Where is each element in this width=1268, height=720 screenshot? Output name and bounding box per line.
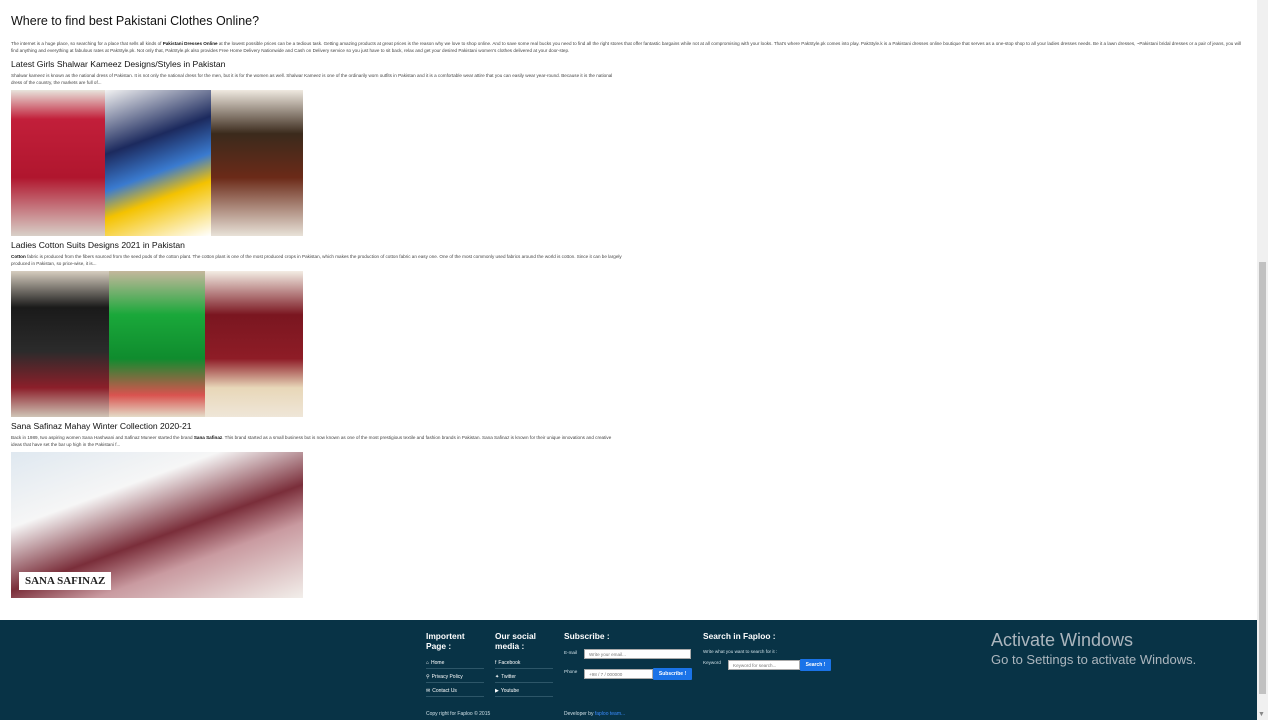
article-image[interactable] <box>11 271 303 417</box>
email-field[interactable]: Write your email... <box>584 649 691 659</box>
footer-link-twitter[interactable]: ✦ Twitter <box>495 671 553 683</box>
twitter-icon: ✦ <box>495 674 500 680</box>
footer-heading: Search in Faploo : <box>703 631 776 641</box>
article-excerpt: Shalwar kameez is known as the national … <box>11 73 613 85</box>
activate-windows-title: Activate Windows <box>991 630 1134 650</box>
article-excerpt: Back in 1989, two aspiring women Sana Ha… <box>11 435 612 447</box>
article-image[interactable]: SANA SAFINAZ <box>11 452 303 598</box>
footer-search: Search in Faploo : <box>703 631 776 641</box>
footer-link-privacy[interactable]: ⚲ Privacy Policy <box>426 671 484 683</box>
developer-link[interactable]: faploo team... <box>595 711 625 717</box>
link-icon: ⚲ <box>426 674 430 680</box>
footer-heading: Subscribe : <box>564 631 610 641</box>
search-input[interactable]: Keyword for search... <box>728 660 800 670</box>
intro-bold: Pakistani Dresses Online <box>162 41 218 46</box>
phone-label: Phone <box>564 669 578 674</box>
youtube-icon: ▶ <box>495 688 499 694</box>
footer-link-facebook[interactable]: f Facebook <box>495 657 553 669</box>
copyright-text: Copy right for Faploo © 2015 <box>426 711 491 717</box>
article-title[interactable]: Ladies Cotton Suits Designs 2021 in Paki… <box>11 240 631 251</box>
brand-logo-label: SANA SAFINAZ <box>19 572 112 590</box>
envelope-icon: ✉ <box>426 688 431 694</box>
activate-windows-watermark: Activate Windows Go to Settings to activ… <box>991 630 1196 668</box>
footer-link-contact[interactable]: ✉ Contact Us <box>426 685 484 697</box>
phone-field[interactable]: +98 / 7 / 000000 <box>584 669 653 679</box>
article-card: Ladies Cotton Suits Designs 2021 in Paki… <box>11 240 631 417</box>
article-card: Latest Girls Shalwar Kameez Designs/Styl… <box>11 59 631 236</box>
footer-heading: Importent Page : <box>426 631 465 651</box>
article-title[interactable]: Sana Safinaz Mahay Winter Collection 202… <box>11 421 631 432</box>
vertical-scrollbar[interactable]: ▼ <box>1257 0 1268 720</box>
intro-paragraph: The internet is a huge place, so searchi… <box>11 41 1241 53</box>
scroll-down-arrow-icon[interactable]: ▼ <box>1258 711 1265 718</box>
footer-important-pages: Importent Page : ⌂ Home ⚲ Privacy Policy ✉ C… <box>426 631 484 697</box>
activate-windows-subtitle: Go to Settings to activate Windows. <box>991 652 1197 667</box>
article-excerpt: Cotton fabric is produced from the fiber… <box>11 254 622 266</box>
search-hint: Write what you want to search for it : <box>703 649 778 654</box>
article-title[interactable]: Latest Girls Shalwar Kameez Designs/Styl… <box>11 59 631 70</box>
search-button[interactable]: Search ! <box>800 659 831 671</box>
footer-heading: Our social media : <box>495 631 536 651</box>
page-title: Where to find best Pakistani Clothes Onl… <box>11 14 260 28</box>
email-label: E-mail <box>564 650 578 655</box>
footer-subscribe: Subscribe : <box>564 631 610 641</box>
developer-credit: Developer by faploo team... <box>564 711 626 717</box>
home-icon: ⌂ <box>426 660 430 666</box>
article-image[interactable] <box>11 90 303 236</box>
keyword-label: Keyword <box>703 660 721 665</box>
facebook-icon: f <box>495 660 497 666</box>
article-card: Sana Safinaz Mahay Winter Collection 202… <box>11 421 631 598</box>
subscribe-button[interactable]: Subscribe ! <box>653 668 692 680</box>
footer-link-home[interactable]: ⌂ Home <box>426 657 484 669</box>
scrollbar-thumb[interactable] <box>1259 262 1266 694</box>
footer-link-youtube[interactable]: ▶ Youtube <box>495 685 553 697</box>
footer-social-media: Our social media : f Facebook ✦ Twitter ▶ Yo… <box>495 631 553 697</box>
